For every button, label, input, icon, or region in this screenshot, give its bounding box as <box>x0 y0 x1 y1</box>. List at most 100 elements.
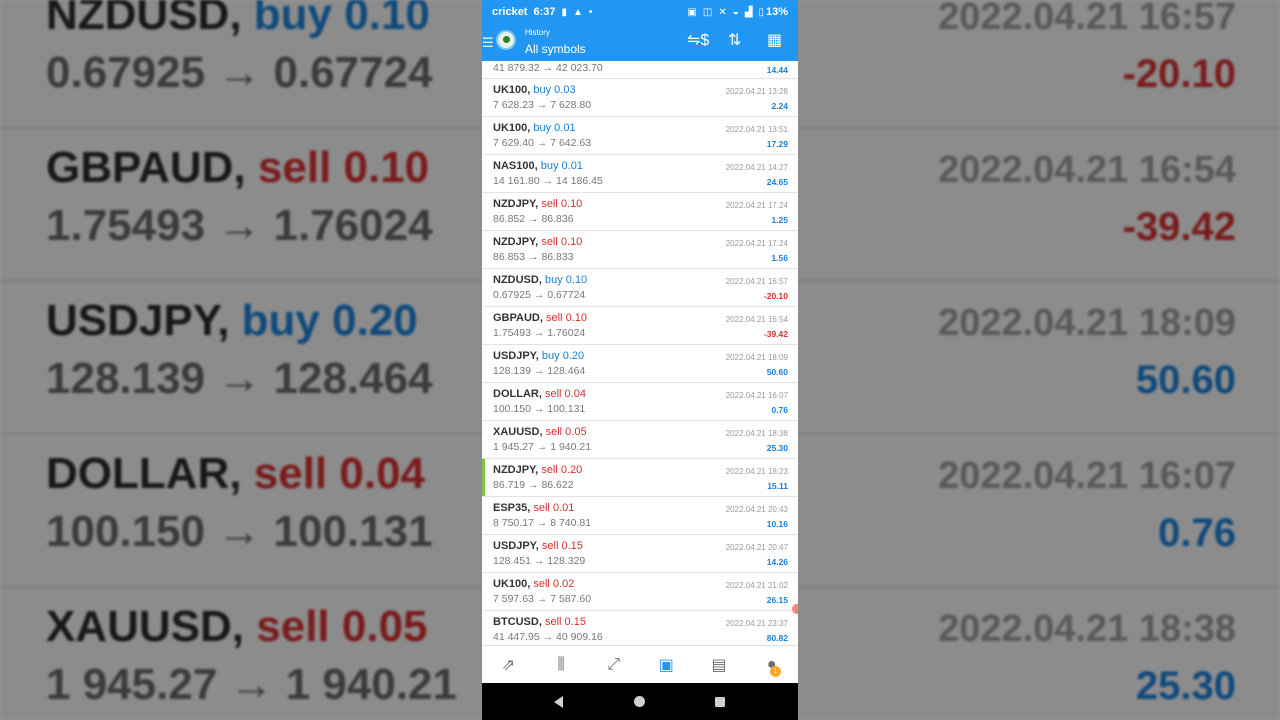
deal-date: 2022.04.21 21:02 <box>725 581 788 590</box>
sort-icon[interactable]: ⇅ <box>728 33 741 49</box>
deal-date: 2022.04.21 16:57 <box>725 277 788 286</box>
screen: XAUUSD, sell 0.05 1 945.27 → 1 940.21 2022… <box>0 0 1280 720</box>
deal-prices: 8 750.17 → 8 740.81 <box>493 517 592 529</box>
deal-direction: sell <box>541 540 559 552</box>
deal-profit: 2.24 <box>771 101 788 111</box>
deal-date: 2022.04.21 18:09 <box>725 353 788 362</box>
deal-date: 2022.04.21 16:07 <box>725 391 788 400</box>
deal-symbol-line: USDJPY, buy 0.20 <box>493 350 584 362</box>
list-item[interactable]: NZDJPY, sell 0.20 86.719 → 86.622 2022.04.… <box>482 459 798 497</box>
list-item[interactable]: UK100, sell 0.02 7 597.63 → 7 587.60 2022.… <box>482 573 798 611</box>
deal-date: 2022.04.21 18:23 <box>725 467 788 476</box>
deal-volume: 0.10 <box>560 236 583 248</box>
deal-volume: 0.15 <box>564 616 586 628</box>
list-item[interactable]: NAS100, buy 0.01 14 161.80 → 14 186.45 202… <box>482 155 798 193</box>
battery-low-icon: ▯ <box>758 6 764 18</box>
nav-chart-candles[interactable]: ⫼ <box>535 646 588 683</box>
deal-prices: 1 945.27 → 1 940.21 <box>493 441 592 453</box>
deal-prices: 41 447.95 → 40 909.16 <box>493 631 603 643</box>
deal-volume: 0.02 <box>552 578 575 590</box>
deal-symbol: NZDJPY, <box>493 236 539 248</box>
home-icon[interactable] <box>634 696 645 707</box>
deal-direction: sell <box>545 426 563 438</box>
deal-prices: 128.451 → 128.329 <box>493 555 586 567</box>
nav-messages[interactable]: ● 1 <box>745 646 798 683</box>
deal-date: 2022.04.21 13:51 <box>725 125 788 134</box>
floating-indicator[interactable] <box>792 604 798 614</box>
trade-icon: ⤢ <box>607 655 621 673</box>
deal-symbol: ESP35, <box>493 502 531 514</box>
deal-profit: 80.82 <box>766 633 788 643</box>
deal-profit: 14.26 <box>766 557 788 567</box>
list-item[interactable]: NZDJPY, sell 0.10 86.852 → 86.836 2022.04.… <box>482 193 798 231</box>
deal-profit: 50.60 <box>766 367 788 377</box>
list-item[interactable]: NZDJPY, sell 0.10 86.853 → 86.833 2022.04.… <box>482 231 798 269</box>
deal-symbol-line: NAS100, buy 0.01 <box>493 160 583 172</box>
list-item[interactable]: UK100, buy 0.03 7 628.23 → 7 628.80 2022.0… <box>482 79 798 117</box>
deal-volume: 0.20 <box>560 464 583 476</box>
list-item[interactable]: XAUUSD, sell 0.05 1 945.27 → 1 940.21 2022… <box>482 421 798 459</box>
symbol-filter-title[interactable]: All symbols <box>525 42 586 56</box>
deal-direction: sell <box>533 578 550 590</box>
deal-symbol: DOLLAR, <box>493 388 542 400</box>
mute-icon: ✕ <box>718 6 727 18</box>
battery-percent: 13% <box>765 6 788 18</box>
deal-date: 2022.04.21 14:27 <box>725 163 788 172</box>
deal-date: 2022.04.21 20:47 <box>725 543 788 552</box>
nav-trade[interactable]: ⤢ <box>587 646 640 683</box>
list-item[interactable]: BTCUSD, sell 0.15 41 447.95 → 40 909.16 20… <box>482 611 798 645</box>
calendar-icon[interactable]: ▦ <box>767 33 782 49</box>
deal-direction: buy <box>533 84 552 96</box>
back-icon[interactable] <box>554 696 563 708</box>
deal-profit: 15.11 <box>767 481 788 491</box>
nav-history[interactable]: ▣ <box>640 646 693 683</box>
list-item[interactable]: USDJPY, sell 0.15 128.451 → 128.329 2022.0… <box>482 535 798 573</box>
deal-symbol-line: GBPAUD, sell 0.10 <box>493 312 587 324</box>
deal-profit: 14.44 <box>766 65 788 75</box>
deal-date: 2022.04.21 17:24 <box>725 239 788 248</box>
list-item[interactable]: 41 879.32 → 42 023.70 14.44 <box>482 61 798 79</box>
dot-icon: • <box>588 6 593 18</box>
broker-logo-icon[interactable] <box>496 30 516 50</box>
deal-profit: 10.16 <box>766 519 788 529</box>
deal-symbol-line: USDJPY, sell 0.15 <box>493 540 583 552</box>
notification-badge: 1 <box>770 666 782 677</box>
list-item[interactable]: USDJPY, buy 0.20 128.139 → 128.464 2022.04… <box>482 345 798 383</box>
list-item[interactable]: DOLLAR, sell 0.04 100.150 → 100.131 2022.0… <box>482 383 798 421</box>
list-item[interactable]: UK100, buy 0.01 7 629.40 → 7 642.63 2022.0… <box>482 117 798 155</box>
list-item[interactable]: GBPAUD, sell 0.10 1.75493 → 1.76024 2022.0… <box>482 307 798 345</box>
deal-volume: 0.05 <box>565 426 587 438</box>
deal-prices: 100.150 → 100.131 <box>493 403 586 415</box>
deal-volume: 0.03 <box>554 84 576 96</box>
deal-direction: buy <box>540 160 559 172</box>
nav-news[interactable]: ▤ <box>693 646 746 683</box>
list-item[interactable]: ESP35, sell 0.01 8 750.17 → 8 740.81 2022.… <box>482 497 798 535</box>
quotes-icon: ⇗ <box>501 656 516 674</box>
deal-volume: 0.01 <box>552 502 575 514</box>
nav-quotes[interactable]: ⇗ <box>482 646 535 683</box>
list-item[interactable]: NZDUSD, buy 0.10 0.67925 → 0.67724 2022.04… <box>482 269 798 307</box>
deal-profit: 1.56 <box>771 253 788 263</box>
nfc-icon: ▣ <box>687 6 697 18</box>
deal-prices: 86.853 → 86.833 <box>493 251 574 263</box>
deal-direction: sell <box>544 616 562 628</box>
currency-filter-icon[interactable]: ⇋$ <box>687 33 709 49</box>
deal-symbol-line: XAUUSD, sell 0.05 <box>493 426 587 438</box>
deal-symbol-line: UK100, sell 0.02 <box>493 578 574 590</box>
deal-profit: -20.10 <box>763 291 788 301</box>
deal-symbol-line: BTCUSD, sell 0.15 <box>493 616 586 628</box>
clock-label: 6:37 <box>533 6 556 18</box>
recents-icon[interactable] <box>715 697 725 707</box>
deal-prices: 7 629.40 → 7 642.63 <box>493 137 592 149</box>
history-list[interactable]: 41 879.32 → 42 023.70 14.44 UK100, buy 0… <box>482 61 798 645</box>
deal-symbol: NZDJPY, <box>493 198 539 210</box>
chart-candles-icon: ⫼ <box>557 655 565 673</box>
deal-symbol: USDJPY, <box>493 540 539 552</box>
deal-symbol: UK100, <box>493 84 531 96</box>
deal-prices: 86.852 → 86.836 <box>493 213 574 225</box>
news-icon: ▤ <box>711 656 727 674</box>
deal-date: 2022.04.21 18:38 <box>725 429 788 438</box>
menu-icon[interactable]: ☰ <box>482 35 494 51</box>
deal-direction: sell <box>544 388 562 400</box>
deal-profit: -39.42 <box>763 329 788 339</box>
